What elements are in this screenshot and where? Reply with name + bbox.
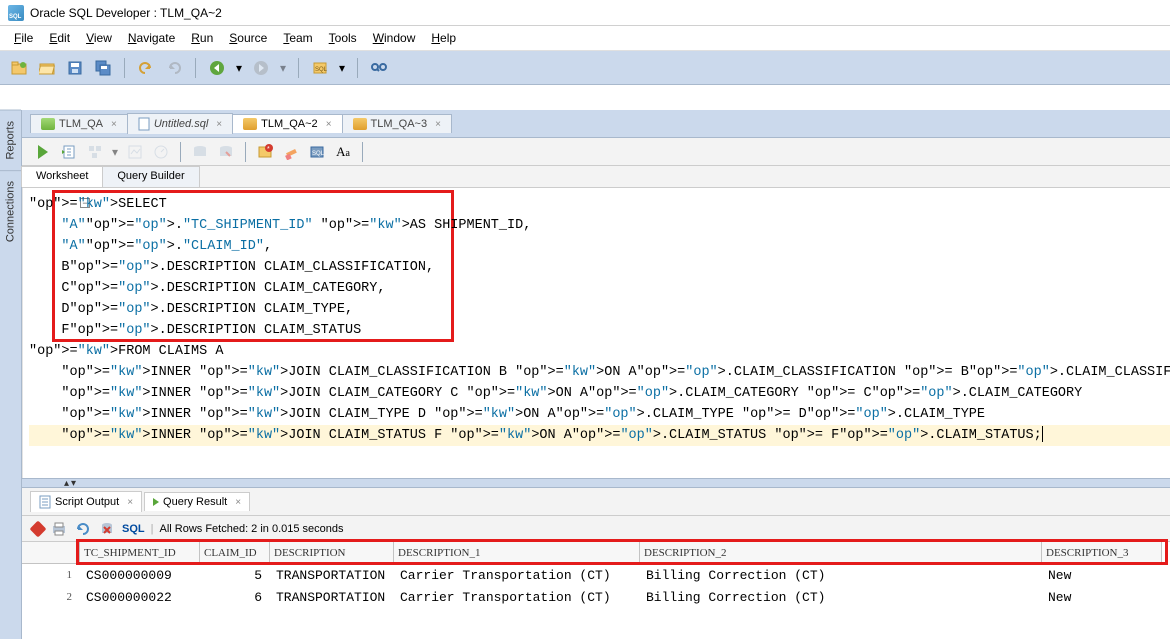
close-icon[interactable]: × (326, 119, 332, 130)
refresh-icon[interactable] (74, 520, 92, 538)
back-dropdown[interactable]: ▾ (234, 61, 244, 75)
pin-icon[interactable] (30, 520, 47, 537)
explain-dropdown[interactable]: ▾ (110, 145, 120, 159)
window-title: Oracle SQL Developer : TLM_QA~2 (30, 6, 222, 20)
commit-icon[interactable] (189, 141, 211, 163)
paper-icon (138, 117, 150, 131)
tab-query-result[interactable]: Query Result × (144, 492, 250, 511)
svg-text:SQL: SQL (315, 67, 328, 73)
fetch-status: All Rows Fetched: 2 in 0.015 seconds (159, 523, 343, 535)
tuning-icon[interactable] (150, 141, 172, 163)
forward-dropdown[interactable]: ▾ (278, 61, 288, 75)
tab-script-output[interactable]: Script Output × (30, 491, 142, 512)
editor-toolbar: ▾ * SQL Aa (22, 138, 1170, 166)
menu-navigate[interactable]: Navigate (120, 28, 183, 48)
menu-tools[interactable]: Tools (321, 28, 365, 48)
menu-help[interactable]: Help (423, 28, 464, 48)
rollback-icon[interactable] (215, 141, 237, 163)
sub-tab-worksheet[interactable]: Worksheet (21, 166, 103, 187)
run-script-icon[interactable] (58, 141, 80, 163)
menu-run[interactable]: Run (183, 28, 221, 48)
redo-icon[interactable] (163, 57, 185, 79)
sub-tab-query-builder[interactable]: Query Builder (102, 166, 199, 187)
worksheet-sub-tabs: Worksheet Query Builder (22, 166, 1170, 188)
title-bar: Oracle SQL Developer : TLM_QA~2 (0, 0, 1170, 26)
forward-icon[interactable] (250, 57, 272, 79)
close-icon[interactable]: × (216, 119, 222, 130)
splitter[interactable]: ▴▾ (22, 478, 1170, 488)
main-toolbar: ▾ ▾ SQL ▾ (0, 51, 1170, 85)
menu-bar: FileEditViewNavigateRunSourceTeamToolsWi… (0, 26, 1170, 51)
svg-text:SQL: SQL (312, 151, 325, 157)
save-icon[interactable] (64, 57, 86, 79)
find-icon[interactable] (368, 57, 390, 79)
save-all-icon[interactable] (92, 57, 114, 79)
open-icon[interactable] (36, 57, 58, 79)
menu-file[interactable]: File (6, 28, 41, 48)
results-grid[interactable]: TC_SHIPMENT_ID CLAIM_ID DESCRIPTION DESC… (22, 542, 1170, 608)
menu-edit[interactable]: Edit (41, 28, 78, 48)
sql-icon (243, 118, 257, 130)
print-icon[interactable] (50, 520, 68, 538)
table-row[interactable]: 1CS0000000095TRANSPORTATIONCarrier Trans… (22, 564, 1170, 586)
menu-window[interactable]: Window (365, 28, 424, 48)
history-icon[interactable]: SQL (306, 141, 328, 163)
highlight-box-headers (76, 539, 1168, 565)
menu-team[interactable]: Team (275, 28, 320, 48)
clear-icon[interactable] (280, 141, 302, 163)
paper-icon (39, 495, 51, 509)
new-folder-icon[interactable] (8, 57, 30, 79)
editor-tabs: TLM_QA×Untitled.sql×TLM_QA~2×TLM_QA~3× (22, 110, 1170, 138)
sql-worksheet-dropdown[interactable]: ▾ (337, 61, 347, 75)
sql-worksheet-icon[interactable]: SQL (309, 57, 331, 79)
menu-view[interactable]: View (78, 28, 120, 48)
output-tabs: Script Output × Query Result × (22, 488, 1170, 516)
table-row[interactable]: 2CS0000000226TRANSPORTATIONCarrier Trans… (22, 586, 1170, 608)
editor-tab[interactable]: TLM_QA~3× (342, 114, 452, 133)
sql-icon (353, 118, 367, 130)
explain-plan-icon[interactable] (84, 141, 106, 163)
close-icon[interactable]: × (111, 119, 117, 130)
editor-tab[interactable]: Untitled.sql× (127, 113, 233, 134)
close-icon[interactable]: × (435, 119, 441, 130)
app-icon (8, 5, 24, 21)
undo-icon[interactable] (135, 57, 157, 79)
side-tab-connections[interactable]: Connections (0, 170, 21, 252)
editor-tab[interactable]: TLM_QA~2× (232, 114, 342, 133)
db-icon (41, 118, 55, 130)
unshared-worksheet-icon[interactable]: * (254, 141, 276, 163)
sql-editor[interactable]: − "op">="kw">SELECT "A""op">="op">."TC_S… (22, 188, 1170, 478)
close-icon[interactable]: × (235, 497, 241, 508)
sql-link[interactable]: SQL (122, 523, 145, 535)
case-icon[interactable]: Aa (332, 141, 354, 163)
back-icon[interactable] (206, 57, 228, 79)
run-icon (153, 498, 159, 506)
svg-text:*: * (267, 146, 270, 153)
editor-tab[interactable]: TLM_QA× (30, 114, 128, 133)
delete-icon[interactable] (98, 520, 116, 538)
run-icon[interactable] (32, 141, 54, 163)
side-tab-reports[interactable]: Reports (0, 110, 21, 170)
autotrace-icon[interactable] (124, 141, 146, 163)
menu-source[interactable]: Source (221, 28, 275, 48)
close-icon[interactable]: × (127, 497, 133, 508)
